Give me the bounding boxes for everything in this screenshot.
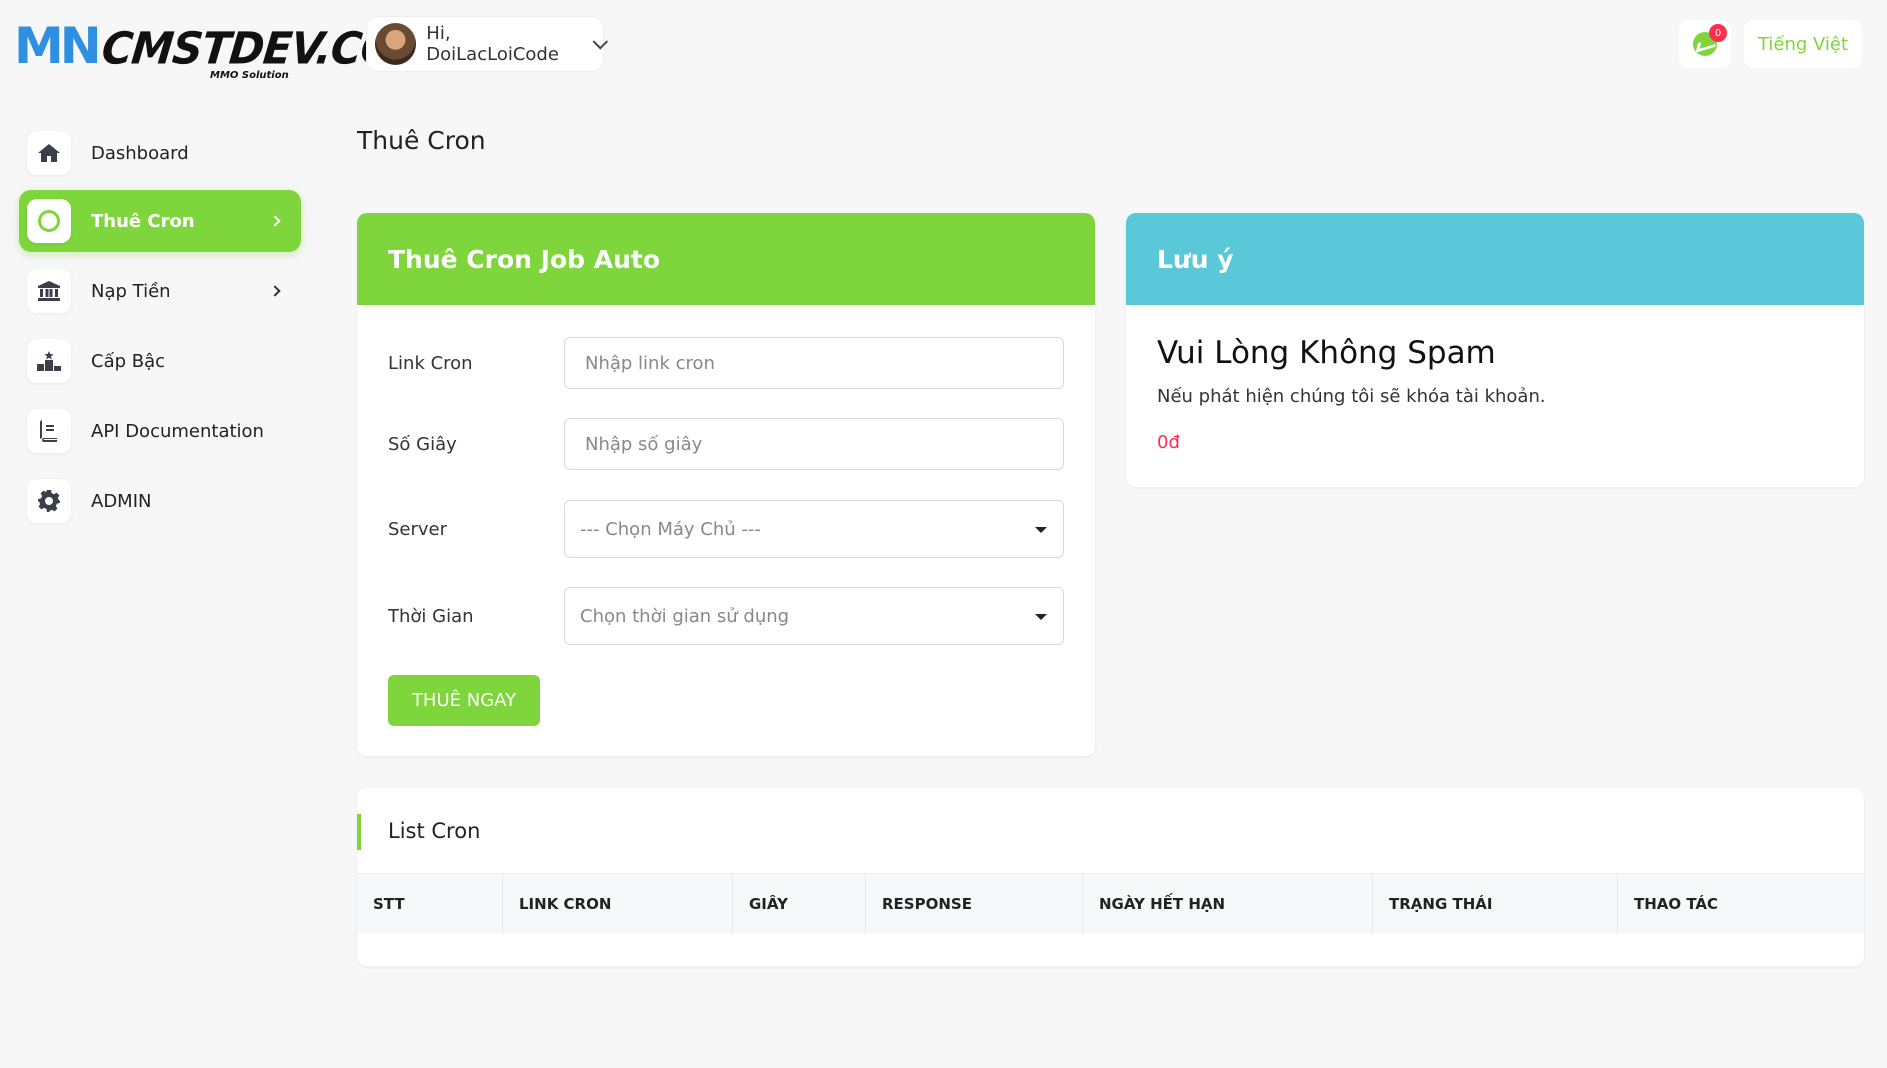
logo-subtitle: MMO Solution — [210, 70, 289, 81]
time-row: Thời Gian Chọn thời gian sử dụng — [388, 587, 1064, 645]
list-title: List Cron — [357, 788, 1864, 874]
sidebar-item-api-documentation[interactable]: API Documentation — [19, 400, 301, 462]
column-header-link-cron[interactable]: LINK CRON — [503, 874, 733, 934]
server-label: Server — [388, 518, 448, 540]
column-header-status[interactable]: TRẠNG THÁI — [1373, 874, 1618, 934]
table-header: STT LINK CRON GIÂY RESPONSE NGÀY HẾT HẠN… — [357, 874, 1864, 934]
column-header-expiry-date[interactable]: NGÀY HẾT HẠN — [1083, 874, 1373, 934]
cron-list-card: List Cron STT LINK CRON GIÂY RESPONSE NG… — [357, 788, 1864, 966]
user-greeting: Hi, DoiLacLoiCode — [426, 23, 559, 65]
chevron-right-icon — [269, 215, 281, 227]
caret-down-icon — [1035, 527, 1047, 533]
sidebar-item-label: Thuê Cron — [91, 210, 195, 232]
time-select[interactable]: Chọn thời gian sử dụng — [564, 587, 1064, 645]
column-header-response[interactable]: RESPONSE — [866, 874, 1083, 934]
column-header-stt[interactable]: STT — [357, 874, 503, 934]
gear-icon — [27, 479, 71, 523]
sidebar-item-cap-bac[interactable]: Cấp Bậc — [19, 330, 301, 392]
link-cron-label: Link Cron — [388, 352, 473, 374]
book-icon — [27, 409, 71, 453]
logo-mark: MN — [14, 17, 102, 75]
notification-badge: 0 — [1709, 24, 1727, 42]
balance-value: 0đ — [1157, 432, 1180, 453]
logo-wordmark: CMSTDEV.CO — [99, 22, 399, 75]
note-card-title: Lưu ý — [1126, 213, 1864, 305]
rent-now-button[interactable]: THUÊ NGAY — [388, 675, 540, 726]
sidebar: Dashboard Thuê Cron Nạp Tiền Cấp Bậc API… — [19, 124, 301, 540]
server-select[interactable]: --- Chọn Máy Chủ --- — [564, 500, 1064, 558]
sidebar-item-label: Cấp Bậc — [91, 350, 166, 372]
column-header-actions[interactable]: THAO TÁC — [1618, 874, 1864, 934]
time-select-value: Chọn thời gian sử dụng — [580, 605, 790, 627]
sidebar-item-nap-tien[interactable]: Nạp Tiền — [19, 260, 301, 322]
sidebar-item-dashboard[interactable]: Dashboard — [19, 124, 301, 182]
sidebar-item-admin[interactable]: ADMIN — [19, 470, 301, 532]
home-icon — [27, 131, 71, 175]
sidebar-item-label: Nạp Tiền — [91, 280, 171, 302]
server-select-value: --- Chọn Máy Chủ --- — [580, 518, 761, 540]
caret-down-icon — [1035, 614, 1047, 620]
chevron-right-icon — [269, 285, 281, 297]
link-cron-row: Link Cron — [388, 337, 1064, 389]
note-card: Lưu ý Vui Lòng Không Spam Nếu phát hiện … — [1126, 213, 1864, 487]
seconds-label: Số Giây — [388, 433, 457, 455]
form-card-title: Thuê Cron Job Auto — [357, 213, 1095, 305]
note-heading: Vui Lòng Không Spam — [1157, 335, 1496, 371]
brand-logo[interactable]: MN CMSTDEV.CO MMO Solution — [14, 17, 398, 84]
rank-icon — [27, 339, 71, 383]
avatar — [375, 23, 417, 65]
sidebar-item-thue-cron[interactable]: Thuê Cron — [19, 190, 301, 252]
column-header-seconds[interactable]: GIÂY — [733, 874, 866, 934]
chevron-down-icon — [592, 33, 609, 49]
cron-ring-icon — [27, 199, 71, 243]
note-text: Nếu phát hiện chúng tôi sẽ khóa tài khoả… — [1157, 386, 1546, 407]
user-menu-button[interactable]: Hi, DoiLacLoiCode — [366, 16, 609, 72]
link-cron-input[interactable] — [564, 337, 1064, 389]
rent-cron-form-card: Thuê Cron Job Auto Link Cron Số Giây Ser… — [357, 213, 1095, 756]
messenger-button[interactable]: 0 — [1679, 20, 1731, 68]
sidebar-item-label: API Documentation — [91, 420, 264, 442]
server-row: Server --- Chọn Máy Chủ --- — [388, 500, 1064, 558]
page-title: Thuê Cron — [357, 126, 486, 155]
seconds-input[interactable] — [564, 418, 1064, 470]
language-button[interactable]: Tiếng Việt — [1744, 20, 1862, 68]
seconds-row: Số Giây — [388, 418, 1064, 470]
time-label: Thời Gian — [388, 605, 474, 627]
sidebar-item-label: ADMIN — [91, 490, 152, 512]
sidebar-item-label: Dashboard — [91, 142, 189, 164]
bank-icon — [27, 269, 71, 313]
